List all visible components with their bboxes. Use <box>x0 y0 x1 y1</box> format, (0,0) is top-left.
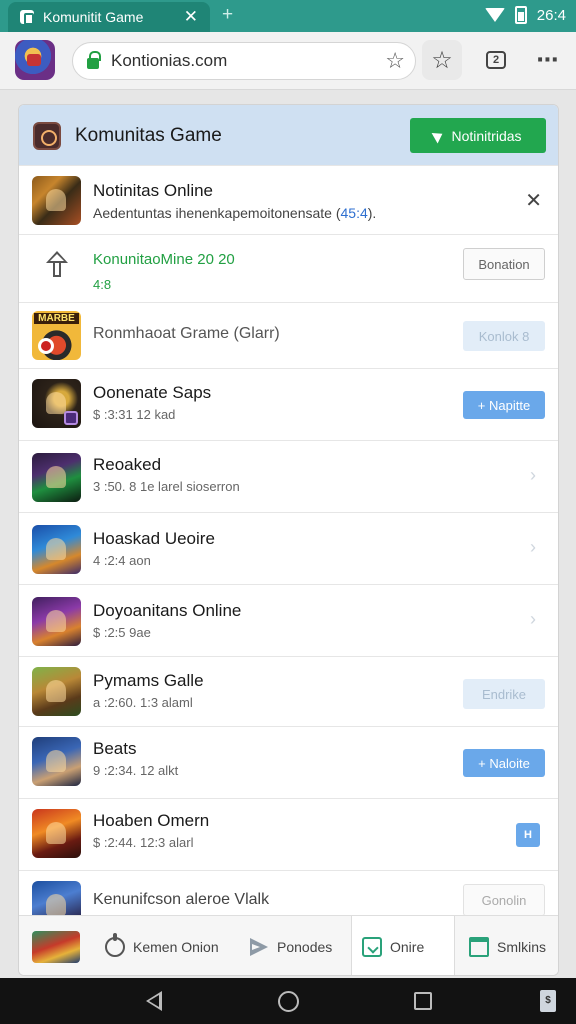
item-title: Kenunifcson aleroe Vlalk <box>93 891 270 908</box>
home-icon[interactable] <box>278 991 299 1012</box>
nav-item-kemen-onion[interactable]: Kemen Onion <box>105 916 219 975</box>
browser-tab[interactable]: Komunitit Game ✕ <box>8 2 210 32</box>
wifi-icon <box>484 8 505 22</box>
notifications-button[interactable]: Notinitridas <box>410 118 546 153</box>
game-thumbnail <box>32 881 81 916</box>
bottom-navigation: Kemen Onion Ponodes Onire Smlkins <box>19 915 558 975</box>
accessibility-icon[interactable]: $ <box>540 990 556 1012</box>
list-item[interactable]: Kenunifcson aleroe Vlalk Gonolin <box>19 870 558 916</box>
nav-label: Smlkins <box>497 939 547 955</box>
nav-label: Onire <box>390 939 425 955</box>
game-thumbnail <box>32 931 80 963</box>
item-title: Oonenate Saps <box>93 383 212 402</box>
lock-icon <box>87 51 101 69</box>
item-subtitle: 9 :2:34. 12 alkt <box>93 763 179 778</box>
update-icon <box>43 251 71 281</box>
game-thumbnail <box>32 667 81 716</box>
action-button[interactable]: Konlok 8 <box>463 321 545 351</box>
chevron-right-icon[interactable]: › <box>530 537 536 558</box>
list-item[interactable]: Pymams Galle a :2:60. 1:3 alaml Endrike <box>19 656 558 726</box>
nav-item-ponodes[interactable]: Ponodes <box>249 916 333 975</box>
action-button[interactable]: Gonolin <box>463 884 545 916</box>
app-logo-icon[interactable] <box>15 40 55 80</box>
item-subtitle: Aedentuntas ihenenkapemoitonensate (45:4… <box>93 205 377 221</box>
item-subtitle: a :2:60. 1:3 alaml <box>93 695 193 710</box>
item-title: Reoaked <box>93 455 162 474</box>
item-title: Notinitas Online <box>93 181 214 200</box>
system-indicators: 26:4 <box>484 6 566 24</box>
send-icon <box>249 937 269 957</box>
nav-label: Kemen Onion <box>133 939 219 955</box>
nav-label: Ponodes <box>277 939 333 955</box>
check-box-icon <box>362 937 382 957</box>
community-logo-icon <box>33 122 61 150</box>
item-subtitle: 3 :50. 8 1e larel sioserron <box>93 479 240 494</box>
close-icon[interactable]: ✕ <box>184 7 198 27</box>
info-badge-icon[interactable]: H <box>516 823 540 847</box>
game-thumbnail: MARBE <box>32 311 81 360</box>
chevron-right-icon[interactable]: › <box>530 609 536 630</box>
item-title: Beats <box>93 739 137 758</box>
item-subtitle: $ :3:31 12 kad <box>93 407 176 422</box>
back-icon[interactable] <box>144 991 162 1011</box>
menu-icon[interactable]: ⋯ <box>528 40 568 80</box>
nav-item-smlkins[interactable]: Smlkins <box>469 916 547 975</box>
battery-icon <box>514 6 527 24</box>
item-subtitle: $ :2:5 9ae <box>93 625 151 640</box>
item-title: Doyoanitans Online <box>93 601 242 620</box>
game-thumbnail <box>32 525 81 574</box>
item-subtitle: $ :2:44. 12:3 alarl <box>93 835 194 850</box>
bookmark-star-icon[interactable]: ☆ <box>385 48 405 74</box>
tabs-icon[interactable]: 2 <box>476 40 516 80</box>
community-panel: Komunitas Game Notinitridas Notinitas On… <box>18 104 559 976</box>
game-thumbnail <box>32 737 81 786</box>
item-title: Hoaskad Ueoire <box>93 529 215 548</box>
game-thumbnail <box>32 597 81 646</box>
item-title: Hoaben Omern <box>93 811 210 830</box>
list-item[interactable]: Oonenate Saps $ :3:31 12 kad + Napitte <box>19 368 558 440</box>
send-icon <box>432 128 446 143</box>
notifications-button-label: Notinitridas <box>451 127 522 144</box>
list-item[interactable]: Reoaked 3 :50. 8 1e larel sioserron › <box>19 440 558 512</box>
panel-header: Komunitas Game Notinitridas <box>19 105 558 165</box>
item-title: Ronmhaoat Grame (Glarr) <box>93 325 280 342</box>
close-icon[interactable]: ✕ <box>525 188 542 213</box>
list-item[interactable]: Doyoanitans Online $ :2:5 9ae › <box>19 584 558 656</box>
game-thumbnail <box>32 176 81 225</box>
game-thumbnail <box>32 379 81 428</box>
chevron-right-icon[interactable]: › <box>530 465 536 486</box>
nav-item-onire[interactable]: Onire <box>351 916 455 975</box>
recent-apps-icon[interactable] <box>414 992 432 1010</box>
star-icon[interactable]: ☆ <box>422 40 462 80</box>
tab-title: Komunitit Game <box>43 9 144 25</box>
status-bar: Komunitit Game ✕ + 26:4 <box>0 0 576 32</box>
store-icon <box>469 937 489 957</box>
item-title: KonunitaoMine 20 20 <box>93 251 235 268</box>
game-thumbnail <box>32 809 81 858</box>
url-text: Kontionias.com <box>111 51 228 70</box>
list-item[interactable]: MARBE Ronmhaoat Grame (Glarr) Konlok 8 <box>19 302 558 368</box>
list-item[interactable]: Beats 9 :2:34. 12 alkt + Naloite <box>19 726 558 798</box>
list-item[interactable]: Hoaskad Ueoire 4 :2:4 aon › <box>19 512 558 584</box>
plus-icon[interactable]: + <box>222 4 233 26</box>
list-item[interactable]: KonunitaoMine 20 20 4:8 Bonation <box>19 234 558 302</box>
action-button[interactable]: + Napitte <box>463 391 545 419</box>
nav-thumb[interactable] <box>32 916 80 975</box>
action-button[interactable]: Endrike <box>463 679 545 709</box>
system-navigation-bar: $ <box>0 978 576 1024</box>
clock: 26:4 <box>536 6 566 24</box>
item-subtitle: 4:8 <box>93 277 112 292</box>
game-thumbnail <box>32 453 81 502</box>
list-item[interactable]: Notinitas Online Aedentuntas ihenenkapem… <box>19 165 558 234</box>
list-item[interactable]: Hoaben Omern $ :2:44. 12:3 alarl H <box>19 798 558 870</box>
browser-toolbar: Kontionias.com ☆ ☆ 2 ⋯ <box>0 32 576 90</box>
item-subtitle: 4 :2:4 aon <box>93 553 151 568</box>
item-title: Pymams Galle <box>93 671 204 690</box>
panel-title: Komunitas Game <box>75 125 222 146</box>
address-bar[interactable]: Kontionias.com ☆ <box>72 42 416 80</box>
tab-favicon-icon <box>20 10 34 25</box>
action-button[interactable]: + Naloite <box>463 749 545 777</box>
donation-button[interactable]: Bonation <box>463 248 545 280</box>
hand-icon <box>105 933 125 957</box>
